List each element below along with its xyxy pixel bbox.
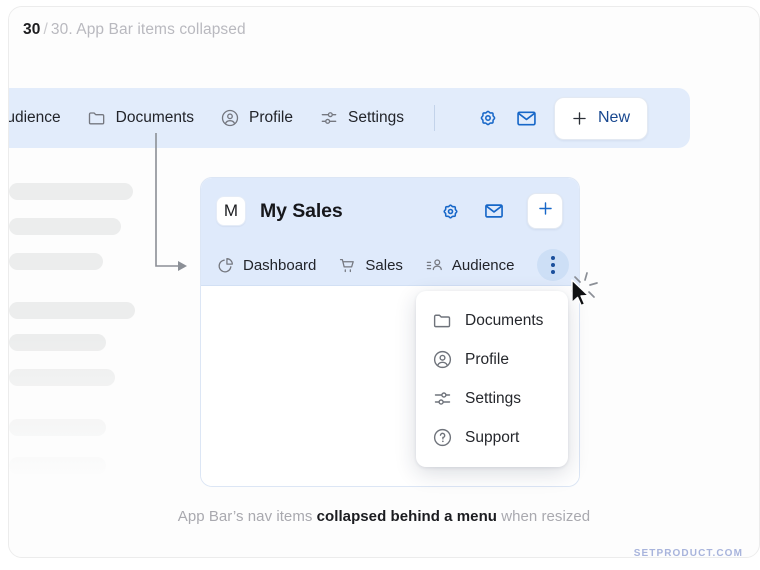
card-nav-item-dashboard[interactable]: Dashboard <box>216 256 316 275</box>
nav-item-label: Profile <box>249 109 293 127</box>
figure-caption: App Bar’s nav items collapsed behind a m… <box>9 508 759 525</box>
audience-icon <box>425 256 444 275</box>
page-title-separator: / <box>40 21 50 38</box>
gear-icon[interactable] <box>477 107 499 129</box>
card-actions <box>440 193 563 229</box>
card-topbar: M My Sales <box>201 178 579 244</box>
skeleton-bar <box>9 253 103 270</box>
app-bar-nav: Audience Documents Profile <box>8 97 690 140</box>
menu-item-label: Profile <box>465 351 509 369</box>
mail-icon[interactable] <box>515 107 538 130</box>
screen-frame: 30/30. App Bar items collapsed Audience <box>8 6 760 558</box>
sliders-icon <box>319 108 339 128</box>
app-bar-divider <box>434 105 435 131</box>
folder-icon <box>87 108 107 128</box>
nav-item-label: Settings <box>348 109 404 127</box>
card-nav-label: Sales <box>365 257 403 274</box>
more-vertical-icon <box>551 270 555 274</box>
nav-item-audience[interactable]: Audience <box>8 108 61 128</box>
top-app-bar: Audience Documents Profile <box>8 88 690 148</box>
new-button-label: New <box>598 109 630 127</box>
page-title: 30/30. App Bar items collapsed <box>23 21 246 39</box>
pie-chart-icon <box>216 256 235 275</box>
menu-item-label: Settings <box>465 390 521 408</box>
card-title: My Sales <box>260 200 343 223</box>
nav-item-settings[interactable]: Settings <box>319 108 404 128</box>
skeleton-bar <box>9 369 115 386</box>
card-nav-label: Dashboard <box>243 257 316 274</box>
app-logo: M <box>216 196 246 226</box>
card-nav-item-sales[interactable]: Sales <box>338 256 403 275</box>
plus-icon <box>536 199 555 223</box>
gear-icon[interactable] <box>440 201 461 222</box>
nav-item-label: Documents <box>116 109 194 127</box>
user-circle-icon <box>220 108 240 128</box>
card-nav: Dashboard Sales <box>201 244 579 286</box>
card-nav-label: Audience <box>452 257 515 274</box>
overflow-menu-button[interactable] <box>537 249 569 281</box>
card-nav-item-audience[interactable]: Audience <box>425 256 515 275</box>
skeleton-bar <box>9 302 135 319</box>
menu-item-label: Documents <box>465 312 543 330</box>
menu-item-support[interactable]: Support <box>416 418 568 457</box>
skeleton-bar <box>9 183 133 200</box>
menu-item-documents[interactable]: Documents <box>416 301 568 340</box>
sliders-icon <box>432 388 453 409</box>
more-vertical-icon <box>551 256 555 260</box>
annotation-arrow <box>154 133 194 283</box>
user-circle-icon <box>432 349 453 370</box>
menu-item-settings[interactable]: Settings <box>416 379 568 418</box>
app-bar-actions: New <box>477 97 662 140</box>
card-header: M My Sales <box>201 178 579 286</box>
watermark: SETPRODUCT.COM <box>634 548 743 558</box>
page-number: 30 <box>23 21 40 38</box>
skeleton-bar <box>9 334 106 351</box>
card-add-button[interactable] <box>527 193 563 229</box>
nav-item-documents[interactable]: Documents <box>87 108 194 128</box>
overflow-dropdown-menu: Documents Profile Settings <box>416 291 568 467</box>
help-circle-icon <box>432 427 453 448</box>
menu-item-profile[interactable]: Profile <box>416 340 568 379</box>
caption-suffix: when resized <box>497 508 590 525</box>
skeleton-bar <box>9 457 106 474</box>
caption-prefix: App Bar’s nav items <box>178 508 317 525</box>
caption-emphasis: collapsed behind a menu <box>317 508 497 525</box>
plus-icon <box>570 109 589 128</box>
page-title-text: 30. App Bar items collapsed <box>51 21 246 38</box>
mail-icon[interactable] <box>483 200 505 222</box>
nav-item-profile[interactable]: Profile <box>220 108 293 128</box>
folder-icon <box>432 310 453 331</box>
menu-item-label: Support <box>465 429 519 447</box>
more-vertical-icon <box>551 263 555 267</box>
skeleton-bar <box>9 218 121 235</box>
cart-icon <box>338 256 357 275</box>
nav-item-label: Audience <box>8 109 61 127</box>
new-button[interactable]: New <box>554 97 648 140</box>
skeleton-bar <box>9 419 106 436</box>
